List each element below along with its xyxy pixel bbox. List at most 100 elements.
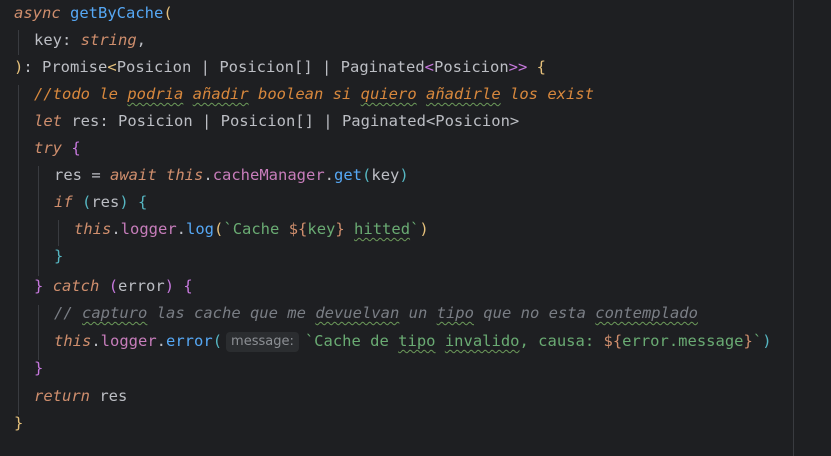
brace-close: }	[34, 277, 44, 295]
code-line-2[interactable]: key: string,	[14, 27, 146, 54]
comment-word: contemplado	[595, 304, 698, 322]
paren-open: (	[99, 277, 119, 295]
keyword-catch: catch	[52, 277, 100, 295]
colon: :	[23, 58, 43, 76]
dot: .	[324, 166, 335, 184]
comment-text: que no esta	[473, 304, 596, 322]
brace-open: {	[128, 193, 148, 211]
code-line-14[interactable]: }	[14, 355, 43, 382]
comment-word: podria	[127, 85, 184, 103]
code-line-13[interactable]: this.logger.error(message: `Cache de tipo…	[14, 328, 772, 355]
field-cache-manager: cacheManager	[212, 166, 325, 184]
brace-close: }	[14, 414, 24, 432]
param-type: string	[80, 31, 137, 49]
method-log: log	[186, 220, 215, 238]
keyword-this: this	[166, 166, 204, 184]
right-margin-guide	[793, 0, 794, 456]
paren-open: (	[362, 166, 372, 184]
parameter-hint: message:	[226, 332, 299, 352]
template-word: tipo	[398, 332, 436, 350]
comment-text: todo le	[52, 85, 128, 103]
code-line-9[interactable]: this.logger.log(`Cache ${key} hitted`)	[14, 216, 429, 243]
keyword-if: if	[54, 193, 73, 211]
dot: .	[156, 332, 167, 350]
code-line-5[interactable]: let res: Posicion | Posicion[] | Paginat…	[14, 108, 519, 135]
code-line-8[interactable]: if (res) {	[14, 189, 147, 216]
brace-open: {	[62, 139, 81, 157]
pipe: |	[312, 58, 341, 76]
code-line-4-todo-comment[interactable]: //todo le podria añadir boolean si quier…	[14, 81, 594, 108]
field-logger: logger	[120, 220, 177, 238]
comment-text: un	[399, 304, 437, 322]
let-declaration: res: Posicion | Posicion[] | Paginated<P…	[62, 112, 520, 130]
angle-open: <	[424, 58, 435, 76]
interp-open: ${	[603, 332, 623, 350]
type-promise: Promise	[42, 58, 108, 76]
template-word: invalido	[444, 332, 520, 350]
dot: .	[203, 166, 213, 184]
dot: .	[176, 220, 187, 238]
comment-word: capturo	[82, 304, 148, 322]
arg-res: res	[91, 193, 120, 211]
keyword-this: this	[74, 220, 112, 238]
code-line-1[interactable]: async getByCache(	[14, 0, 173, 27]
template-string: `	[752, 332, 763, 350]
comment-word: tipo	[436, 304, 474, 322]
comment-word: quiero	[360, 85, 417, 103]
type-posicion: Posicion	[434, 58, 509, 76]
template-string: `	[410, 220, 420, 238]
interp-open: ${	[288, 220, 308, 238]
code-editor[interactable]: async getByCache( key: string, ): Promis…	[0, 0, 831, 456]
code-line-7[interactable]: res = await this.cacheManager.get(key)	[14, 162, 409, 189]
field-logger: logger	[100, 332, 157, 350]
template-word: hitted	[354, 220, 411, 238]
arg-error: error	[118, 277, 165, 295]
angle-close: >>	[508, 58, 528, 76]
paren-close: )	[164, 277, 175, 295]
paren-open: (	[212, 332, 223, 350]
template-string	[436, 332, 445, 350]
comment-word: añadir	[192, 85, 249, 103]
code-line-3[interactable]: ): Promise<Posicion | Posicion[] | Pagin…	[14, 54, 546, 81]
comment-word: añadirle	[426, 85, 501, 103]
template-string	[345, 220, 354, 238]
paren-close: )	[419, 220, 429, 238]
brace-close: }	[54, 247, 64, 265]
arg-key: key	[371, 166, 400, 184]
template-string: , causa:	[519, 332, 604, 350]
keyword-this: this	[54, 332, 92, 350]
code-line-15[interactable]: return res	[14, 383, 127, 410]
method-get: get	[334, 166, 363, 184]
brace-close: }	[34, 359, 44, 377]
paren-open: (	[163, 4, 173, 22]
keyword-await: await	[110, 166, 157, 184]
comment-text: los exist	[500, 85, 594, 103]
comment-text	[183, 85, 192, 103]
interp-var: key	[307, 220, 336, 238]
keyword-async: async	[14, 4, 61, 22]
brace-open: {	[527, 58, 547, 76]
paren-open: (	[72, 193, 92, 211]
pipe: |	[191, 58, 220, 76]
angle-open: <	[107, 58, 117, 76]
code-line-12-comment[interactable]: // capturo las cache que me devuelvan un…	[14, 300, 698, 327]
code-line-6[interactable]: try {	[14, 135, 81, 162]
param-name: key	[34, 31, 62, 49]
interp-close: }	[335, 220, 345, 238]
comment-text	[417, 85, 426, 103]
assignment: res =	[54, 166, 110, 184]
type-posicion-array: Posicion[]	[219, 58, 313, 76]
keyword-let: let	[34, 112, 62, 130]
code-line-16[interactable]: }	[14, 410, 23, 437]
code-line-10[interactable]: }	[14, 243, 63, 270]
dot: .	[91, 332, 101, 350]
code-line-11[interactable]: } catch (error) {	[14, 273, 193, 300]
template-string: `Cache	[223, 220, 289, 238]
interp-close: }	[743, 332, 753, 350]
comment-text: //	[54, 304, 82, 322]
keyword-try: try	[34, 139, 62, 157]
paren-close: )	[762, 332, 772, 350]
dot: .	[111, 220, 121, 238]
comma: ,	[136, 31, 147, 49]
keyword-return: return	[34, 387, 90, 405]
